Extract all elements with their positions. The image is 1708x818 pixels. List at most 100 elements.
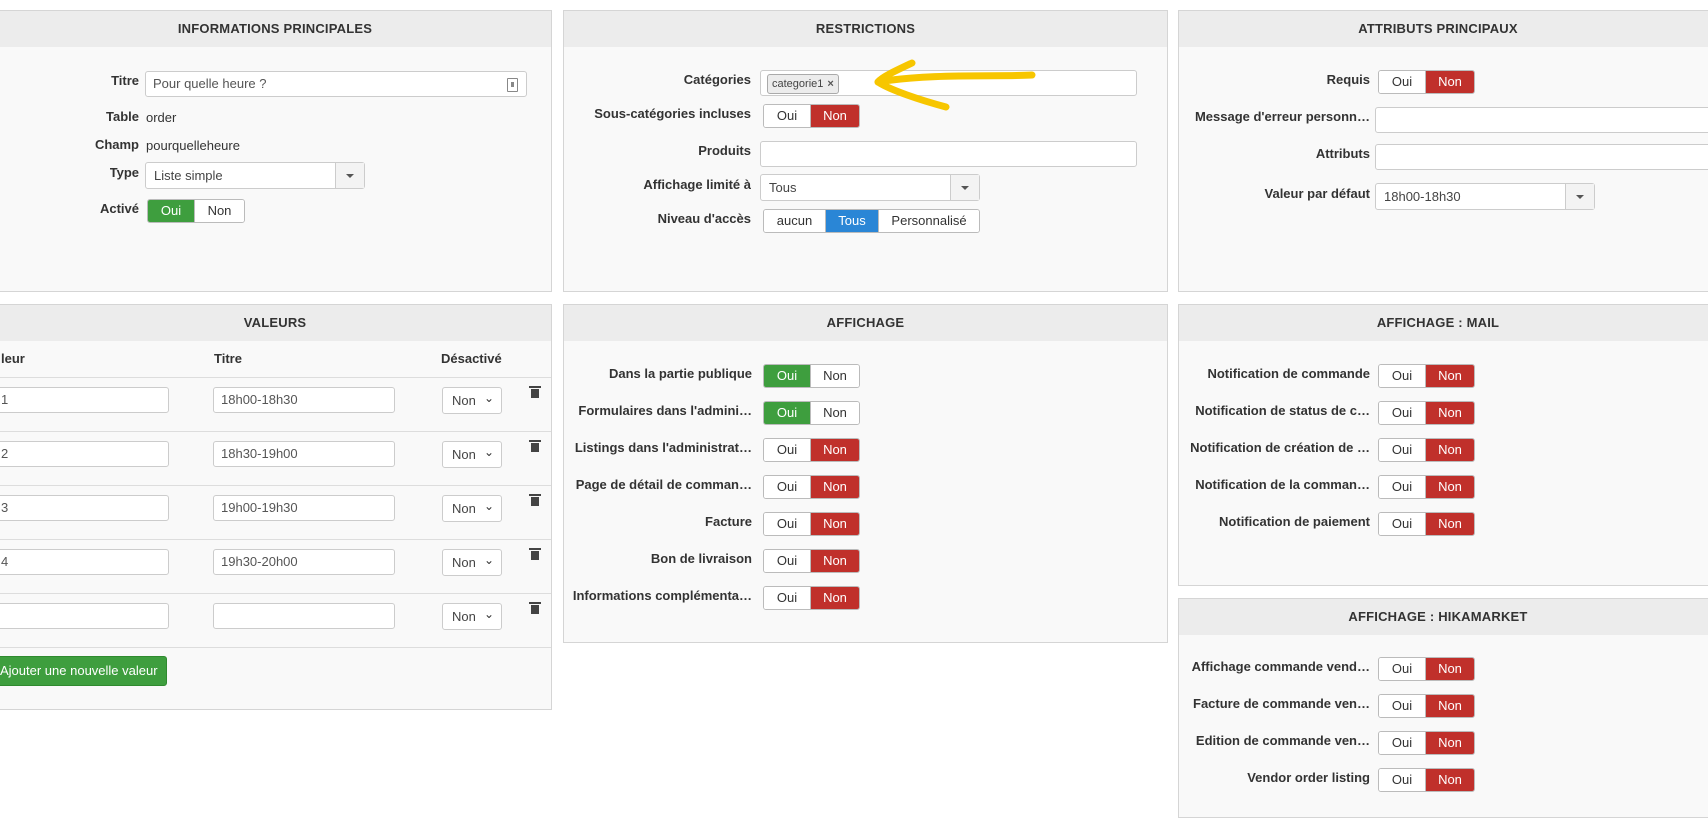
non-button[interactable]: Non bbox=[1425, 658, 1474, 680]
niveau-toggle: aucun Tous Personnalisé bbox=[763, 209, 980, 233]
defaut-select-value: 18h00-18h30 bbox=[1384, 189, 1461, 204]
message-input[interactable] bbox=[1375, 107, 1708, 133]
requis-label: Requis bbox=[1326, 72, 1370, 87]
message-label: Message d'erreur personn… bbox=[1194, 109, 1370, 124]
non-button[interactable]: Non bbox=[810, 587, 859, 609]
oui-button[interactable]: Oui bbox=[764, 513, 810, 535]
titre-input[interactable]: 19h30-20h00 bbox=[213, 549, 395, 575]
non-button[interactable]: Non bbox=[810, 402, 859, 424]
active-non-button[interactable]: Non bbox=[194, 200, 244, 222]
translate-icon[interactable] bbox=[507, 78, 518, 92]
type-select[interactable]: Liste simple bbox=[145, 162, 365, 189]
mail-row: Notification de commande Oui Non bbox=[1179, 364, 1708, 392]
produits-input[interactable] bbox=[760, 141, 1137, 167]
oui-button[interactable]: Oui bbox=[1379, 365, 1425, 387]
valeur-input[interactable] bbox=[0, 603, 169, 629]
desactive-select[interactable]: Non ⌄ bbox=[442, 495, 502, 522]
subcats-oui-button[interactable]: Oui bbox=[764, 105, 810, 127]
non-button[interactable]: Non bbox=[1425, 476, 1474, 498]
affichage-limite-select[interactable]: Tous bbox=[760, 174, 980, 201]
trash-icon[interactable] bbox=[529, 386, 541, 398]
chevron-down-icon bbox=[335, 163, 364, 188]
trash-icon[interactable] bbox=[529, 440, 541, 452]
valeur-input[interactable]: 2 bbox=[0, 441, 169, 467]
subcats-non-button[interactable]: Non bbox=[810, 105, 859, 127]
oui-button[interactable]: Oui bbox=[1379, 658, 1425, 680]
non-button[interactable]: Non bbox=[810, 365, 859, 387]
desactive-select[interactable]: Non ⌄ bbox=[442, 441, 502, 468]
desactive-value: Non bbox=[452, 501, 476, 516]
requis-oui-button[interactable]: Oui bbox=[1379, 71, 1425, 93]
oui-button[interactable]: Oui bbox=[1379, 732, 1425, 754]
affichage-limite-value: Tous bbox=[769, 180, 797, 195]
desactive-value: Non bbox=[452, 393, 476, 408]
row-champ: Champ pourquelleheure bbox=[0, 135, 551, 163]
affichage-row: Facture Oui Non bbox=[564, 512, 1167, 540]
niveau-tous-button[interactable]: Tous bbox=[825, 210, 878, 232]
oui-button[interactable]: Oui bbox=[1379, 402, 1425, 424]
close-icon[interactable]: × bbox=[827, 78, 833, 90]
oui-button[interactable]: Oui bbox=[1379, 476, 1425, 498]
oui-button[interactable]: Oui bbox=[764, 365, 810, 387]
oui-button[interactable]: Oui bbox=[1379, 769, 1425, 791]
trash-icon[interactable] bbox=[529, 602, 541, 614]
oui-button[interactable]: Oui bbox=[764, 587, 810, 609]
row-requis: Requis Oui Non bbox=[1179, 70, 1708, 98]
category-tag: categorie1 × bbox=[767, 74, 839, 94]
titre-input[interactable]: 19h00-19h30 bbox=[213, 495, 395, 521]
table-row: Non ⌄ bbox=[0, 593, 551, 648]
valeur-input[interactable]: 3 bbox=[0, 495, 169, 521]
oui-button[interactable]: Oui bbox=[764, 402, 810, 424]
mail-row: Notification de status de c… Oui Non bbox=[1179, 401, 1708, 429]
valeur-input[interactable]: 1 bbox=[0, 387, 169, 413]
trash-icon[interactable] bbox=[529, 494, 541, 506]
oui-button[interactable]: Oui bbox=[764, 476, 810, 498]
desactive-select[interactable]: Non ⌄ bbox=[442, 549, 502, 576]
affichage-row-label: Informations complémenta… bbox=[572, 588, 752, 603]
panel-header: AFFICHAGE : MAIL bbox=[1179, 305, 1708, 341]
panel-header: VALEURS bbox=[0, 305, 551, 341]
valeur-input[interactable]: 4 bbox=[0, 549, 169, 575]
attributs-input[interactable] bbox=[1375, 144, 1708, 170]
oui-button[interactable]: Oui bbox=[1379, 439, 1425, 461]
desactive-select[interactable]: Non ⌄ bbox=[442, 603, 502, 630]
type-select-value: Liste simple bbox=[154, 168, 223, 183]
non-button[interactable]: Non bbox=[1425, 402, 1474, 424]
niveau-aucun-button[interactable]: aucun bbox=[764, 210, 825, 232]
desactive-value: Non bbox=[452, 447, 476, 462]
hikamarket-toggle: Oui Non bbox=[1378, 657, 1475, 681]
affichage-toggle: Oui Non bbox=[763, 549, 860, 573]
active-oui-button[interactable]: Oui bbox=[148, 200, 194, 222]
oui-button[interactable]: Oui bbox=[764, 439, 810, 461]
non-button[interactable]: Non bbox=[810, 476, 859, 498]
non-button[interactable]: Non bbox=[1425, 732, 1474, 754]
non-button[interactable]: Non bbox=[810, 550, 859, 572]
desactive-select[interactable]: Non ⌄ bbox=[442, 387, 502, 414]
non-button[interactable]: Non bbox=[1425, 513, 1474, 535]
trash-icon[interactable] bbox=[529, 548, 541, 560]
defaut-label: Valeur par défaut bbox=[1264, 186, 1370, 201]
non-button[interactable]: Non bbox=[810, 513, 859, 535]
mail-row-label: Notification de la comman… bbox=[1195, 477, 1370, 492]
titre-input[interactable]: Pour quelle heure ? bbox=[145, 71, 527, 97]
non-button[interactable]: Non bbox=[1425, 365, 1474, 387]
titre-input[interactable] bbox=[213, 603, 395, 629]
chevron-down-icon: ⌄ bbox=[483, 553, 494, 567]
mail-row-label: Notification de commande bbox=[1207, 366, 1370, 381]
non-button[interactable]: Non bbox=[810, 439, 859, 461]
non-button[interactable]: Non bbox=[1425, 439, 1474, 461]
oui-button[interactable]: Oui bbox=[764, 550, 810, 572]
champ-label: Champ bbox=[94, 137, 139, 152]
non-button[interactable]: Non bbox=[1425, 695, 1474, 717]
attributs-label: Attributs bbox=[1315, 146, 1370, 161]
non-button[interactable]: Non bbox=[1425, 769, 1474, 791]
oui-button[interactable]: Oui bbox=[1379, 513, 1425, 535]
affichage-row-label: Facture bbox=[705, 514, 752, 529]
requis-non-button[interactable]: Non bbox=[1425, 71, 1474, 93]
defaut-select[interactable]: 18h00-18h30 bbox=[1375, 183, 1595, 210]
oui-button[interactable]: Oui bbox=[1379, 695, 1425, 717]
titre-input[interactable]: 18h30-19h00 bbox=[213, 441, 395, 467]
niveau-personnalise-button[interactable]: Personnalisé bbox=[878, 210, 979, 232]
add-value-button[interactable]: Ajouter une nouvelle valeur bbox=[0, 656, 167, 686]
titre-input[interactable]: 18h00-18h30 bbox=[213, 387, 395, 413]
